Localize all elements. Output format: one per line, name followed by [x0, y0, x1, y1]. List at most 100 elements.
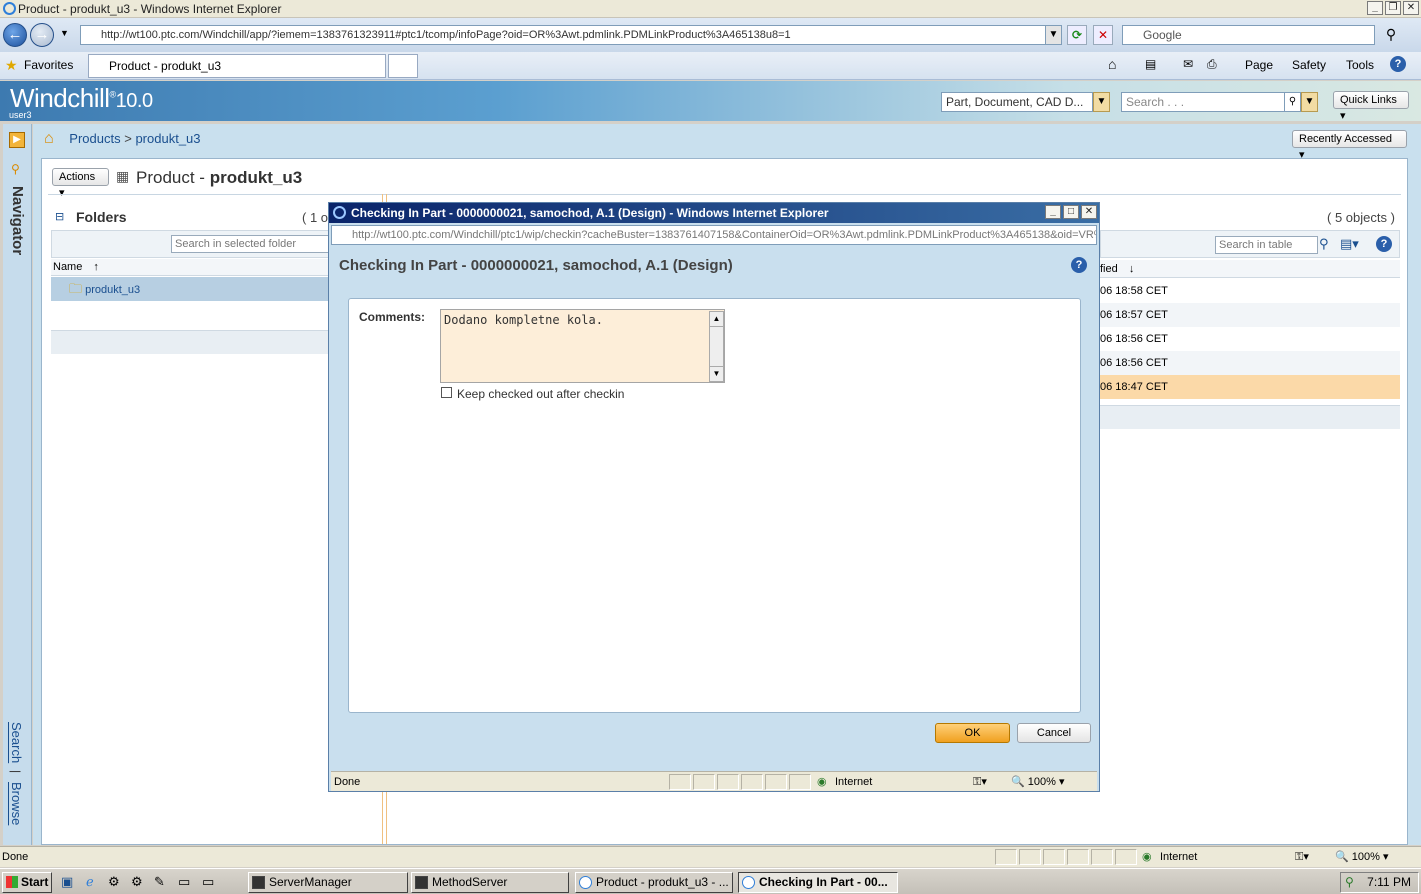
- taskbar-methodserver[interactable]: MethodServer: [411, 872, 569, 893]
- dialog-protected-icon[interactable]: ⚿▾: [973, 772, 987, 792]
- address-input[interactable]: http://wt100.ptc.com/Windchill/app/?ieme…: [80, 25, 1046, 45]
- status-segment: [1019, 849, 1041, 865]
- modified-cell: 06 18:47 CET: [1100, 381, 1168, 393]
- table-help-icon[interactable]: ?: [1376, 236, 1392, 252]
- ie-icon: [742, 876, 755, 889]
- zone-text: Internet: [1160, 851, 1198, 863]
- quicklaunch-ie-icon[interactable]: ℯ: [86, 874, 94, 890]
- dialog-maximize-button[interactable]: □: [1063, 205, 1079, 219]
- folder-name[interactable]: produkt_u3: [85, 284, 140, 296]
- navigator-strip: ▶ ⚲ Navigator Search | Browse: [3, 124, 32, 845]
- safety-menu[interactable]: Safety: [1292, 58, 1326, 72]
- stop-icon[interactable]: ✕: [1093, 25, 1113, 45]
- table-row[interactable]: 06 18:57 CET: [1100, 303, 1400, 327]
- status-text: Done: [2, 851, 29, 863]
- table-row[interactable]: 06 18:58 CET: [1100, 279, 1400, 303]
- dialog-status-text: Done: [334, 776, 361, 788]
- taskbar-checkin-window[interactable]: Checking In Part - 00...: [738, 872, 898, 893]
- dialog-close-button[interactable]: ✕: [1081, 205, 1097, 219]
- browser-tab-product[interactable]: Product - produkt_u3: [88, 54, 386, 78]
- table-row[interactable]: 06 18:56 CET: [1100, 351, 1400, 375]
- sort-descending-icon[interactable]: ↓: [1129, 263, 1135, 275]
- search-type-dropdown-icon[interactable]: ▼: [1093, 92, 1110, 112]
- folder-search-input[interactable]: Search in selected folder: [171, 235, 329, 253]
- ie-logo-icon: [3, 2, 16, 15]
- table-search-icon[interactable]: ⚲: [1319, 236, 1329, 252]
- windchill-search-input[interactable]: Search . . .: [1121, 92, 1286, 112]
- quicklaunch-window-icon-2[interactable]: ▭: [202, 874, 214, 890]
- sort-ascending-icon[interactable]: ↑: [93, 261, 99, 273]
- navigator-label[interactable]: Navigator: [9, 186, 26, 255]
- home-icon[interactable]: ⌂: [1108, 56, 1116, 72]
- dialog-zoom-control[interactable]: 🔍 100% ▾: [1011, 772, 1064, 792]
- refresh-icon[interactable]: ⟳: [1067, 25, 1087, 45]
- new-tab-button[interactable]: [388, 54, 418, 78]
- cancel-button[interactable]: Cancel: [1017, 723, 1091, 743]
- actions-button[interactable]: Actions ▾: [52, 168, 109, 199]
- start-button[interactable]: Start: [2, 872, 52, 893]
- modified-cell: 06 18:56 CET: [1100, 357, 1168, 369]
- ok-button[interactable]: OK: [935, 723, 1010, 743]
- history-dropdown-icon[interactable]: ▼: [60, 28, 69, 38]
- restore-button[interactable]: ❐: [1385, 1, 1401, 15]
- status-segment: [669, 774, 691, 790]
- table-view-icon[interactable]: ▤▾: [1340, 236, 1359, 252]
- quicklaunch-window-icon[interactable]: ▭: [178, 874, 190, 890]
- scroll-up-icon[interactable]: ▲: [710, 312, 723, 327]
- print-icon[interactable]: ⎙: [1207, 57, 1217, 72]
- page-title: Product - produkt_u3: [136, 168, 303, 187]
- favorites-button[interactable]: Favorites: [24, 58, 73, 72]
- status-segment: [789, 774, 811, 790]
- scroll-down-icon[interactable]: ▼: [710, 366, 723, 381]
- breadcrumb-current[interactable]: produkt_u3: [135, 131, 200, 146]
- network-icon[interactable]: ⚲: [1345, 875, 1354, 889]
- column-name[interactable]: Name: [53, 261, 82, 273]
- back-icon[interactable]: ←: [3, 23, 27, 47]
- table-row-selected[interactable]: 06 18:47 CET: [1100, 375, 1400, 399]
- clock[interactable]: 7:11 PM: [1367, 875, 1411, 889]
- status-segment: [693, 774, 715, 790]
- quicklaunch-settings-icon[interactable]: ⚙: [131, 874, 143, 890]
- search-options-dropdown-icon[interactable]: ▼: [1301, 92, 1318, 112]
- quicklaunch-notepad-icon[interactable]: ✎: [154, 874, 165, 890]
- google-search-input[interactable]: Google: [1122, 25, 1375, 45]
- search-link[interactable]: Search: [9, 722, 24, 763]
- mail-icon[interactable]: ✉: [1183, 57, 1193, 71]
- keep-checked-out-checkbox[interactable]: [441, 387, 452, 398]
- taskbar-product-window[interactable]: Product - produkt_u3 - ...: [575, 872, 733, 893]
- search-icon[interactable]: ⚲: [1380, 25, 1402, 45]
- taskbar-servermanager[interactable]: ServerManager: [248, 872, 408, 893]
- expand-navigator-icon[interactable]: ▶: [9, 132, 25, 148]
- search-type-select[interactable]: Part, Document, CAD D...: [941, 92, 1093, 112]
- close-button[interactable]: ✕: [1403, 1, 1419, 15]
- dialog-help-icon[interactable]: ?: [1071, 257, 1087, 273]
- protected-mode-icon[interactable]: ⚿▾: [1295, 847, 1309, 867]
- column-modified[interactable]: fied: [1100, 263, 1118, 275]
- quick-links-button[interactable]: Quick Links ▾: [1333, 91, 1409, 122]
- page-menu[interactable]: Page: [1245, 58, 1273, 72]
- comments-textarea[interactable]: Dodano kompletne kola.: [440, 309, 725, 383]
- forward-icon[interactable]: →: [30, 23, 54, 47]
- quicklaunch-desktop-icon[interactable]: ▣: [61, 874, 73, 890]
- folder-row[interactable]: 🗀 produkt_u3: [51, 277, 329, 301]
- search-go-icon[interactable]: ⚲: [1284, 92, 1301, 112]
- dialog-minimize-button[interactable]: _: [1045, 205, 1061, 219]
- zoom-control[interactable]: 🔍 100% ▾: [1335, 847, 1388, 867]
- table-row[interactable]: 06 18:56 CET: [1100, 327, 1400, 351]
- comments-scrollbar[interactable]: ▲ ▼: [709, 311, 724, 382]
- breadcrumb-products[interactable]: Products: [69, 131, 120, 146]
- windows-logo-icon: [6, 876, 18, 888]
- tools-menu[interactable]: Tools: [1346, 58, 1374, 72]
- table-search-input[interactable]: Search in table: [1215, 236, 1318, 254]
- address-dropdown-icon[interactable]: ▼: [1045, 25, 1062, 45]
- minimize-button[interactable]: _: [1367, 1, 1383, 15]
- status-segment: [1115, 849, 1137, 865]
- recently-accessed-button[interactable]: Recently Accessed ▾: [1292, 130, 1407, 161]
- collapse-folders-icon[interactable]: ⊟: [55, 210, 64, 223]
- browse-link[interactable]: Browse: [9, 782, 24, 825]
- home-icon[interactable]: ⌂: [44, 130, 54, 147]
- window-title: Product - produkt_u3 - Windows Internet …: [18, 1, 282, 16]
- feeds-icon[interactable]: ▤: [1145, 57, 1156, 71]
- help-icon[interactable]: ?: [1390, 56, 1406, 72]
- quicklaunch-tools-icon[interactable]: ⚙: [108, 874, 120, 890]
